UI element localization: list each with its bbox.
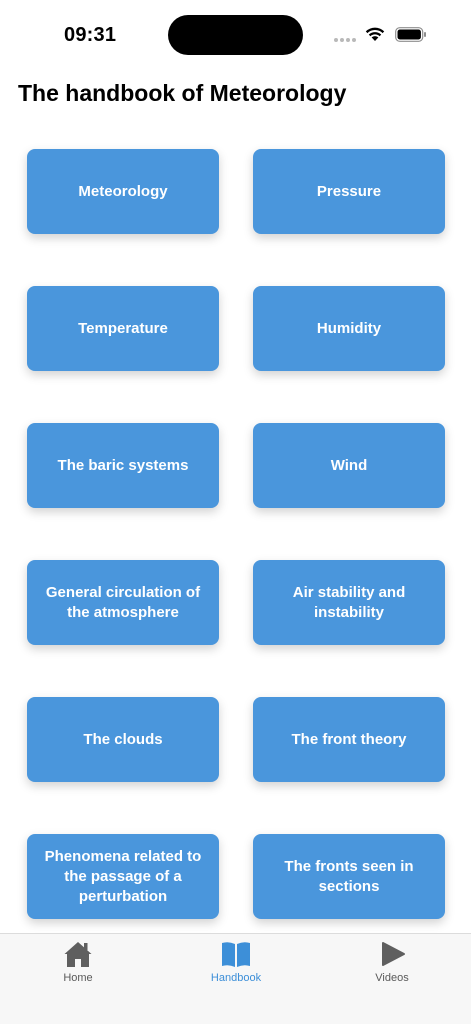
topic-pressure-button[interactable]: Pressure: [253, 149, 445, 234]
topic-fronts-sections-button[interactable]: The fronts seen in sections: [253, 834, 445, 919]
topic-humidity-button[interactable]: Humidity: [253, 286, 445, 371]
topic-temperature-button[interactable]: Temperature: [27, 286, 219, 371]
topic-baric-systems-button[interactable]: The baric systems: [27, 423, 219, 508]
topic-perturbation-phenomena-button[interactable]: Phenomena related to the passage of a pe…: [27, 834, 219, 919]
tab-videos-label: Videos: [375, 972, 409, 984]
tab-handbook-label: Handbook: [210, 972, 262, 984]
tab-bar: Home Handbook Videos: [0, 933, 471, 1024]
battery-icon: [395, 27, 426, 42]
topic-clouds-button[interactable]: The clouds: [27, 697, 219, 782]
topic-meteorology-button[interactable]: Meteorology: [27, 149, 219, 234]
wifi-icon: [365, 27, 385, 41]
topic-air-stability-button[interactable]: Air stability and instability: [253, 560, 445, 645]
tab-handbook[interactable]: Handbook: [176, 934, 296, 994]
topic-general-circulation-button[interactable]: General circulation of the atmosphere: [27, 560, 219, 645]
topic-wind-button[interactable]: Wind: [253, 423, 445, 508]
play-icon: [382, 942, 405, 966]
dynamic-island: [168, 15, 303, 55]
tab-home[interactable]: Home: [18, 934, 138, 994]
page-title: The handbook of Meteorology: [18, 80, 347, 106]
book-icon: [222, 942, 250, 967]
home-icon: [64, 942, 92, 967]
screen: 09:31 The handbook of Meteorology Meteor…: [0, 0, 471, 1024]
topic-front-theory-button[interactable]: The front theory: [253, 697, 445, 782]
status-time: 09:31: [64, 24, 117, 46]
tab-home-label: Home: [63, 972, 93, 984]
status-bar: 09:31: [0, 0, 471, 70]
tab-videos[interactable]: Videos: [332, 934, 452, 994]
cellular-signal-icon: [334, 38, 356, 42]
